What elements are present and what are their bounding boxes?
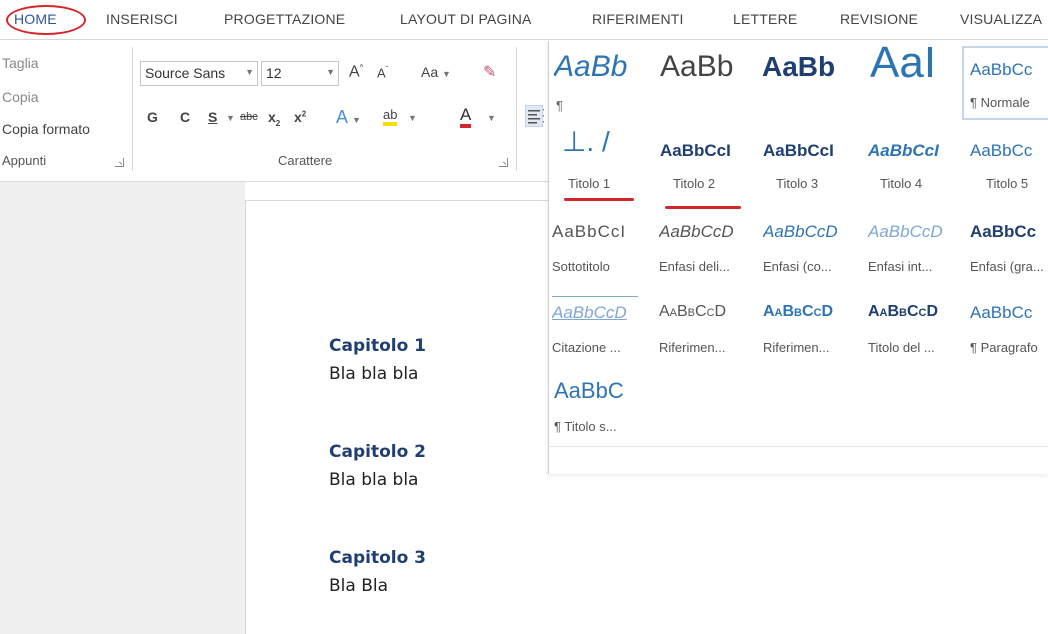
style-label-enfasi-corsivo[interactable]: Enfasi (co...: [763, 259, 863, 274]
chevron-down-icon[interactable]: ▼: [487, 113, 496, 123]
titolo-1-annotation-underline: [564, 198, 634, 201]
style-preview-titolo-sommario[interactable]: AaBbC: [554, 378, 654, 404]
document-heading-1[interactable]: Capitolo 1: [329, 336, 426, 356]
style-label-titolo-1[interactable]: Titolo 1: [568, 176, 610, 191]
style-label-enfasi-intensa[interactable]: Enfasi int...: [868, 259, 968, 274]
style-preview-titolo-2[interactable]: AaBbCcI: [660, 141, 756, 161]
style-label-titolo-3[interactable]: Titolo 3: [776, 176, 818, 191]
style-preview-paragrafo[interactable]: AaBbCc: [970, 303, 1048, 323]
style-label-riferimento-intenso[interactable]: Riferimen...: [763, 340, 863, 355]
style-preview-aabb-light[interactable]: AaBb: [660, 50, 758, 84]
tab-lettere[interactable]: LETTERE: [733, 11, 797, 27]
font-color-button[interactable]: A: [460, 106, 472, 128]
style-preview-enfasi[interactable]: AaBb: [554, 50, 654, 84]
document-page[interactable]: [245, 200, 548, 634]
style-label-normale[interactable]: ¶ Normale: [970, 95, 1048, 110]
style-preview-enfasi-delicata[interactable]: AaBbCcD: [659, 222, 759, 242]
style-preview-enfasi-intensa[interactable]: AaBbCcD: [868, 222, 968, 242]
font-name-combo[interactable]: Source Sans ▼: [140, 61, 258, 86]
document-body-1[interactable]: Bla bla bla: [329, 364, 418, 384]
group-divider: [132, 47, 133, 171]
style-preview-titolo-4[interactable]: AaBbCcI: [868, 141, 964, 161]
group-divider: [516, 47, 517, 171]
chevron-down-icon: ▼: [326, 67, 335, 77]
ribbon: Taglia Copia Copia formato Appunti Sourc…: [0, 41, 548, 182]
tab-home[interactable]: HOME: [14, 11, 57, 27]
style-preview-enfasi-grassetto[interactable]: AaBbCc: [970, 222, 1048, 242]
titolo-2-annotation-underline: [665, 206, 741, 209]
style-label-sottotitolo[interactable]: Sottotitolo: [552, 259, 654, 274]
navigation-pane: [0, 182, 245, 634]
font-size-value: 12: [266, 65, 282, 81]
clipboard-group-label: Appunti: [2, 153, 47, 168]
change-case-button[interactable]: Aa ▼: [421, 64, 451, 80]
style-label-paragrafo[interactable]: ¶ Paragrafo: [970, 340, 1048, 355]
style-label-titolo-4[interactable]: Titolo 4: [880, 176, 922, 191]
chevron-down-icon[interactable]: ▼: [226, 113, 235, 123]
font-group-label: Carattere: [278, 153, 333, 168]
font-size-combo[interactable]: 12 ▼: [261, 61, 339, 86]
shrink-font-button[interactable]: Aˇ: [377, 65, 388, 80]
style-preview-titolo-libro[interactable]: AaBbCcD: [868, 303, 968, 321]
style-preview-titolo-3[interactable]: AaBbCcI: [763, 141, 859, 161]
format-painter-button[interactable]: Copia formato: [2, 121, 90, 137]
style-preview-citazione[interactable]: AaBbCcD: [552, 303, 652, 323]
highlight-button[interactable]: ab: [383, 107, 398, 126]
pilcrow-icon: ¶: [556, 98, 563, 113]
style-preview-titolo-1[interactable]: ⊥. /: [562, 125, 652, 158]
style-preview-titolo-5[interactable]: AaBbCc: [970, 141, 1048, 161]
style-preview-enfasi-corsivo[interactable]: AaBbCcD: [763, 222, 863, 242]
clipboard-launcher-icon[interactable]: [115, 158, 124, 167]
citazione-top-rule: [552, 296, 638, 297]
font-name-value: Source Sans: [145, 65, 226, 81]
document-canvas: [548, 474, 1048, 634]
document-body-3[interactable]: Bla Bla: [329, 576, 388, 596]
underline-button[interactable]: S: [208, 109, 217, 125]
font-launcher-icon[interactable]: [499, 158, 508, 167]
align-left-icon[interactable]: [525, 105, 543, 127]
style-preview-aabb-bold[interactable]: AaBb: [762, 51, 858, 83]
grow-font-button[interactable]: A^: [349, 63, 363, 81]
style-preview-normale[interactable]: AaBbCc: [970, 60, 1048, 80]
cut-button[interactable]: Taglia: [2, 55, 39, 71]
document-heading-2[interactable]: Capitolo 2: [329, 442, 426, 462]
style-preview-riferimento-intenso[interactable]: AaBbCcD: [763, 303, 863, 321]
style-preview-aai-large[interactable]: AaI: [870, 38, 958, 88]
style-label-citazione[interactable]: Citazione ...: [552, 340, 654, 355]
chevron-down-icon[interactable]: ▼: [408, 113, 417, 123]
style-label-titolo-2[interactable]: Titolo 2: [673, 176, 715, 191]
tab-riferimenti[interactable]: RIFERIMENTI: [592, 11, 684, 27]
bold-button[interactable]: G: [147, 109, 158, 125]
style-preview-riferimento-delicato[interactable]: AaBbCcD: [659, 303, 759, 321]
style-label-enfasi-grassetto[interactable]: Enfasi (gra...: [970, 259, 1048, 274]
tab-inserisci[interactable]: INSERISCI: [106, 11, 178, 27]
strikethrough-button[interactable]: abc: [240, 111, 258, 123]
italic-button[interactable]: C: [180, 109, 190, 125]
tab-layout-di-pagina[interactable]: LAYOUT DI PAGINA: [400, 11, 532, 27]
copy-button[interactable]: Copia: [2, 89, 39, 105]
text-effects-button[interactable]: A ▼: [336, 107, 361, 128]
document-heading-3[interactable]: Capitolo 3: [329, 548, 426, 568]
tab-visualizza[interactable]: VISUALIZZA: [960, 11, 1042, 27]
style-label-enfasi-delicata[interactable]: Enfasi deli...: [659, 259, 759, 274]
tab-revisione[interactable]: REVISIONE: [840, 11, 918, 27]
subscript-button[interactable]: x2: [268, 109, 280, 128]
style-label-riferimento-delicato[interactable]: Riferimen...: [659, 340, 759, 355]
style-label-titolo-sommario[interactable]: ¶ Titolo s...: [554, 419, 654, 434]
tab-progettazione[interactable]: PROGETTAZIONE: [224, 11, 345, 27]
clear-formatting-icon[interactable]: ✎: [483, 62, 496, 82]
style-label-titolo-libro[interactable]: Titolo del ...: [868, 340, 968, 355]
style-preview-sottotitolo[interactable]: AaBbCcI: [552, 222, 656, 242]
style-label-titolo-5[interactable]: Titolo 5: [986, 176, 1048, 191]
document-body-2[interactable]: Bla bla bla: [329, 470, 418, 490]
chevron-down-icon: ▼: [245, 67, 254, 77]
superscript-button[interactable]: x2: [294, 109, 306, 125]
gallery-divider: [548, 446, 1048, 447]
ribbon-tabs: HOME INSERISCI PROGETTAZIONE LAYOUT DI P…: [0, 0, 1048, 40]
